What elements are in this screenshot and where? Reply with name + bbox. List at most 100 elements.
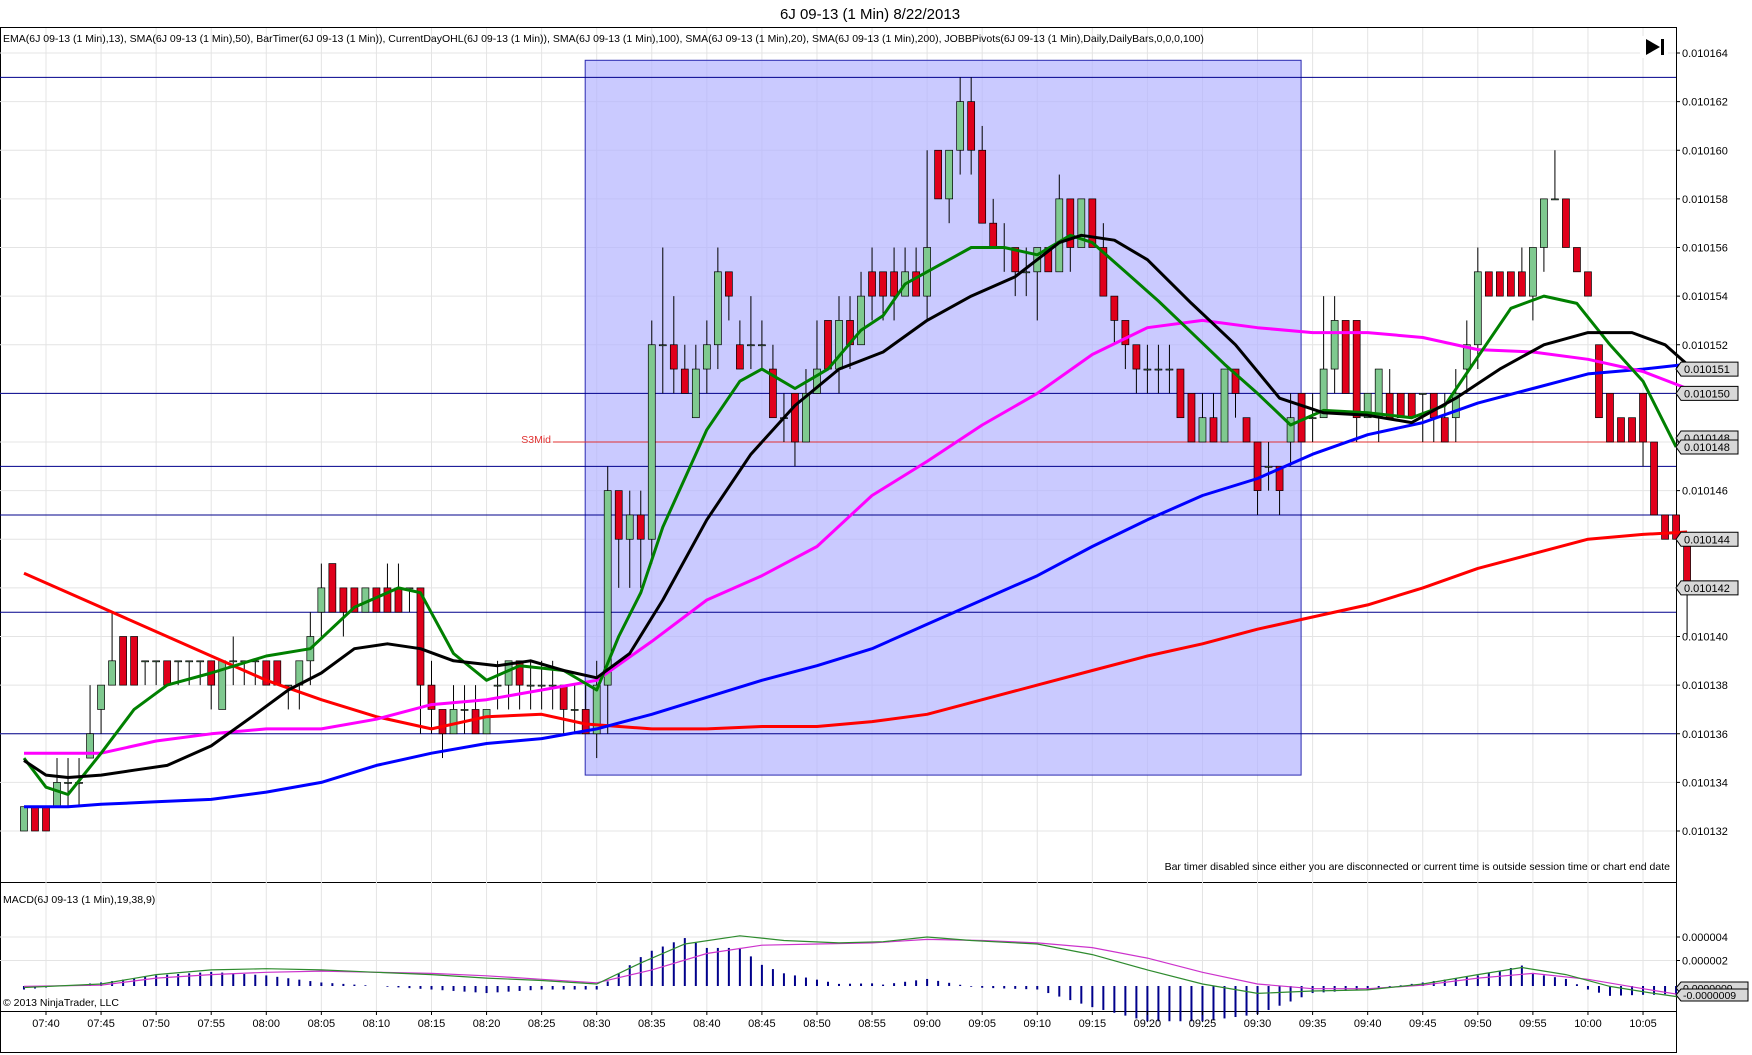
candle-body	[108, 660, 116, 686]
x-tick-label: 09:25	[1189, 1018, 1217, 1030]
x-tick-label: 09:15	[1079, 1018, 1107, 1030]
x-tick-label: 08:45	[748, 1018, 776, 1030]
candle-body	[328, 563, 337, 613]
y-tick-label: 0.010152	[1682, 340, 1728, 352]
y-tick-label: 0.010162	[1682, 97, 1728, 109]
candle-body	[526, 684, 535, 687]
candle-body	[614, 490, 623, 540]
candle-body	[1584, 271, 1592, 297]
y-tick-label: 0.010156	[1682, 243, 1728, 255]
candle-body	[1209, 417, 1218, 443]
candle-body	[625, 514, 634, 540]
candle-body	[989, 222, 998, 248]
x-tick-label: 08:40	[693, 1018, 721, 1030]
candle-body	[714, 271, 722, 346]
candle-body	[791, 393, 799, 443]
macd-marker-label: -0.0000009	[1683, 990, 1736, 1002]
bar-timer-message: Bar timer disabled since either you are …	[1165, 861, 1671, 873]
y-tick-label: 0.010140	[1682, 632, 1728, 644]
y-tick-label: 0.010136	[1682, 729, 1728, 741]
candle-body	[1551, 198, 1559, 201]
candle-body	[416, 587, 425, 686]
price-marker-label: 0.010150	[1684, 388, 1730, 400]
candle-body	[636, 514, 645, 540]
candle-body	[1628, 417, 1636, 443]
candle-body	[174, 660, 183, 663]
x-tick-label: 10:00	[1574, 1018, 1602, 1030]
macd-y-tick-label: 0.000004	[1682, 932, 1728, 944]
x-tick-label: 08:35	[638, 1018, 666, 1030]
candle-body	[879, 271, 887, 297]
scroll-to-end-button[interactable]	[1640, 36, 1668, 58]
candle-body	[1242, 417, 1251, 443]
candle-body	[559, 684, 568, 710]
x-tick-label: 08:30	[583, 1018, 611, 1030]
candle-body	[64, 782, 72, 784]
candle-body	[460, 709, 469, 711]
candle-body	[339, 587, 348, 613]
candle-body	[691, 368, 700, 419]
x-tick-label: 07:45	[87, 1018, 115, 1030]
x-tick-label: 08:25	[528, 1018, 556, 1030]
y-tick-label: 0.010164	[1682, 48, 1728, 60]
candle-body	[1418, 393, 1427, 395]
candle-body	[1529, 247, 1537, 297]
x-tick-label: 09:50	[1464, 1018, 1492, 1030]
candle-body	[1198, 417, 1207, 443]
candle-body	[1606, 393, 1614, 443]
x-tick-label: 08:05	[308, 1018, 336, 1030]
candle-body	[736, 344, 744, 370]
candle-body	[1143, 368, 1152, 371]
x-tick-label: 09:20	[1134, 1018, 1162, 1030]
candle-body	[42, 806, 50, 832]
x-tick-label: 07:55	[197, 1018, 225, 1030]
candle-body	[394, 587, 403, 613]
candle-body	[1507, 271, 1515, 297]
chart-canvas: 6J 09-13 (1 Min) 8/22/2013 0.010164 0.010…	[0, 0, 1752, 1055]
candle-body	[1330, 320, 1339, 370]
y-tick-label: 0.010146	[1682, 486, 1728, 498]
x-tick-label: 08:15	[418, 1018, 446, 1030]
price-marker-label: 0.010142	[1684, 583, 1730, 595]
x-tick-label: 07:50	[142, 1018, 170, 1030]
candle-body	[1352, 320, 1361, 419]
chart-title: 6J 09-13 (1 Min) 8/22/2013	[780, 6, 960, 23]
candle-body	[956, 101, 965, 151]
macd-y-tick-label: 0.000002	[1682, 956, 1728, 968]
candle-body	[1055, 198, 1064, 273]
candle-body	[438, 709, 447, 735]
candle-body	[1661, 514, 1669, 540]
candle-body	[537, 684, 546, 687]
candle-body	[97, 684, 105, 710]
y-tick-label: 0.010158	[1682, 194, 1728, 206]
indicator-label: EMA(6J 09-13 (1 Min),13), SMA(6J 09-13 (…	[3, 33, 1204, 45]
candle-body	[647, 344, 656, 540]
candle-body	[1540, 198, 1548, 248]
candle-body	[1518, 271, 1526, 297]
x-tick-label: 08:20	[473, 1018, 501, 1030]
x-tick-label: 09:00	[913, 1018, 941, 1030]
y-tick-label: 0.010132	[1682, 826, 1728, 838]
candle-body	[669, 344, 678, 370]
price-marker-label: 0.010148	[1684, 442, 1730, 454]
candle-body	[1617, 417, 1625, 443]
candle-body	[1176, 368, 1185, 419]
x-tick-label: 09:55	[1519, 1018, 1547, 1030]
candle-body	[1573, 247, 1581, 273]
x-tick-label: 09:30	[1244, 1018, 1272, 1030]
candle-body	[196, 660, 205, 663]
candle-body	[945, 149, 953, 200]
candle-body	[934, 149, 942, 200]
candle-body	[152, 660, 160, 663]
x-tick-label: 08:50	[803, 1018, 831, 1030]
candle-body	[1220, 368, 1229, 443]
y-tick-label: 0.010138	[1682, 680, 1728, 692]
candle-body	[978, 149, 987, 224]
candle-body	[229, 660, 238, 663]
candle-body	[1473, 271, 1482, 346]
x-tick-label: 08:55	[858, 1018, 886, 1030]
y-tick-label: 0.010134	[1682, 777, 1728, 789]
s3mid-label: S3Mid	[521, 434, 551, 446]
x-tick-label: 09:45	[1409, 1018, 1437, 1030]
candle-body	[868, 271, 876, 297]
